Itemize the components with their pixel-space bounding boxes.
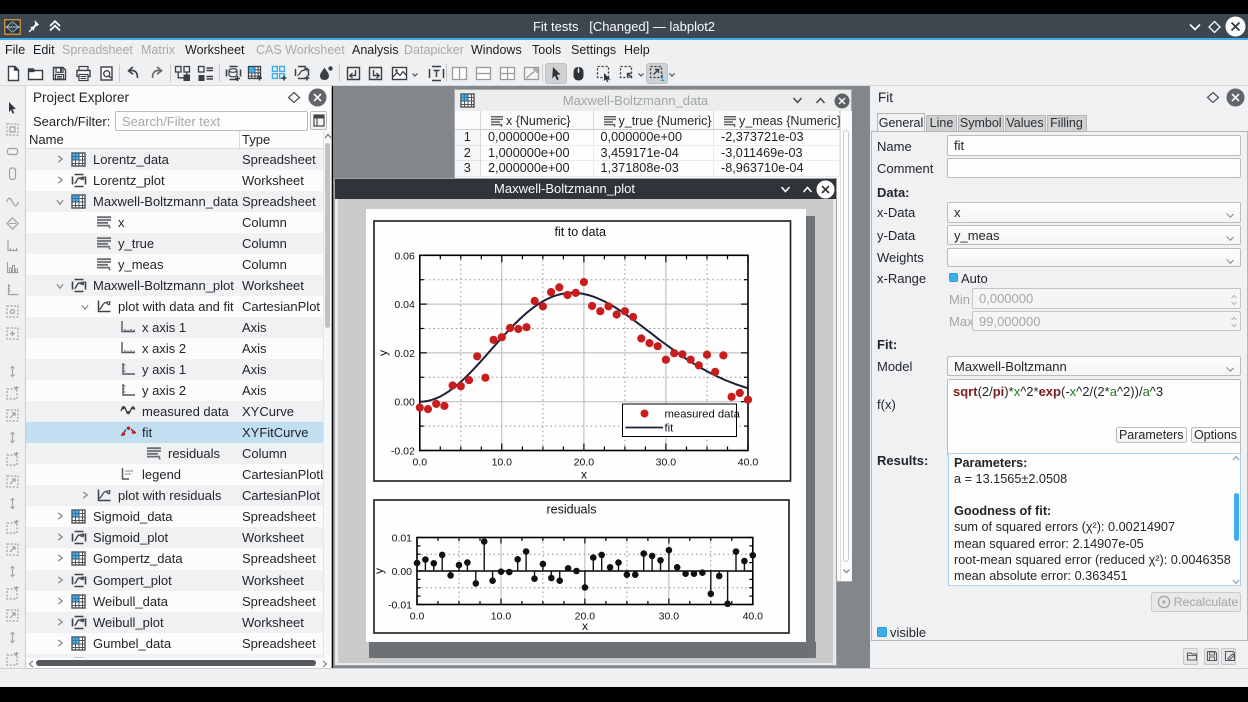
svg-text:y: y [376,350,390,356]
svg-text:40.0: 40.0 [738,456,759,468]
svg-text:fit to data: fit to data [555,225,606,239]
svg-text:x: x [581,467,587,481]
svg-text:1: 1 [660,73,665,82]
svg-text:0.00: 0.00 [394,396,415,408]
svg-text:-0.02: -0.02 [391,445,415,457]
svg-text:measured data: measured data [665,408,741,420]
svg-text:y: y [373,568,386,574]
svg-text:0.00: 0.00 [391,566,412,578]
svg-text:0.0: 0.0 [409,610,424,622]
svg-text:30.0: 30.0 [658,610,679,622]
svg-text:0.04: 0.04 [394,299,415,311]
svg-text:x: x [582,619,588,633]
svg-text:10.0: 10.0 [491,610,512,622]
svg-text:-0.01: -0.01 [388,599,412,611]
svg-text:0.06: 0.06 [394,250,415,262]
svg-text:residuals: residuals [546,502,596,516]
svg-text:40.0: 40.0 [742,610,763,622]
svg-text:10.0: 10.0 [492,456,513,468]
svg-text:30.0: 30.0 [656,456,677,468]
svg-text:0.02: 0.02 [394,347,415,359]
svg-text:0.0: 0.0 [412,456,427,468]
svg-text:0.01: 0.01 [391,532,412,544]
svg-text:fit: fit [665,422,675,434]
